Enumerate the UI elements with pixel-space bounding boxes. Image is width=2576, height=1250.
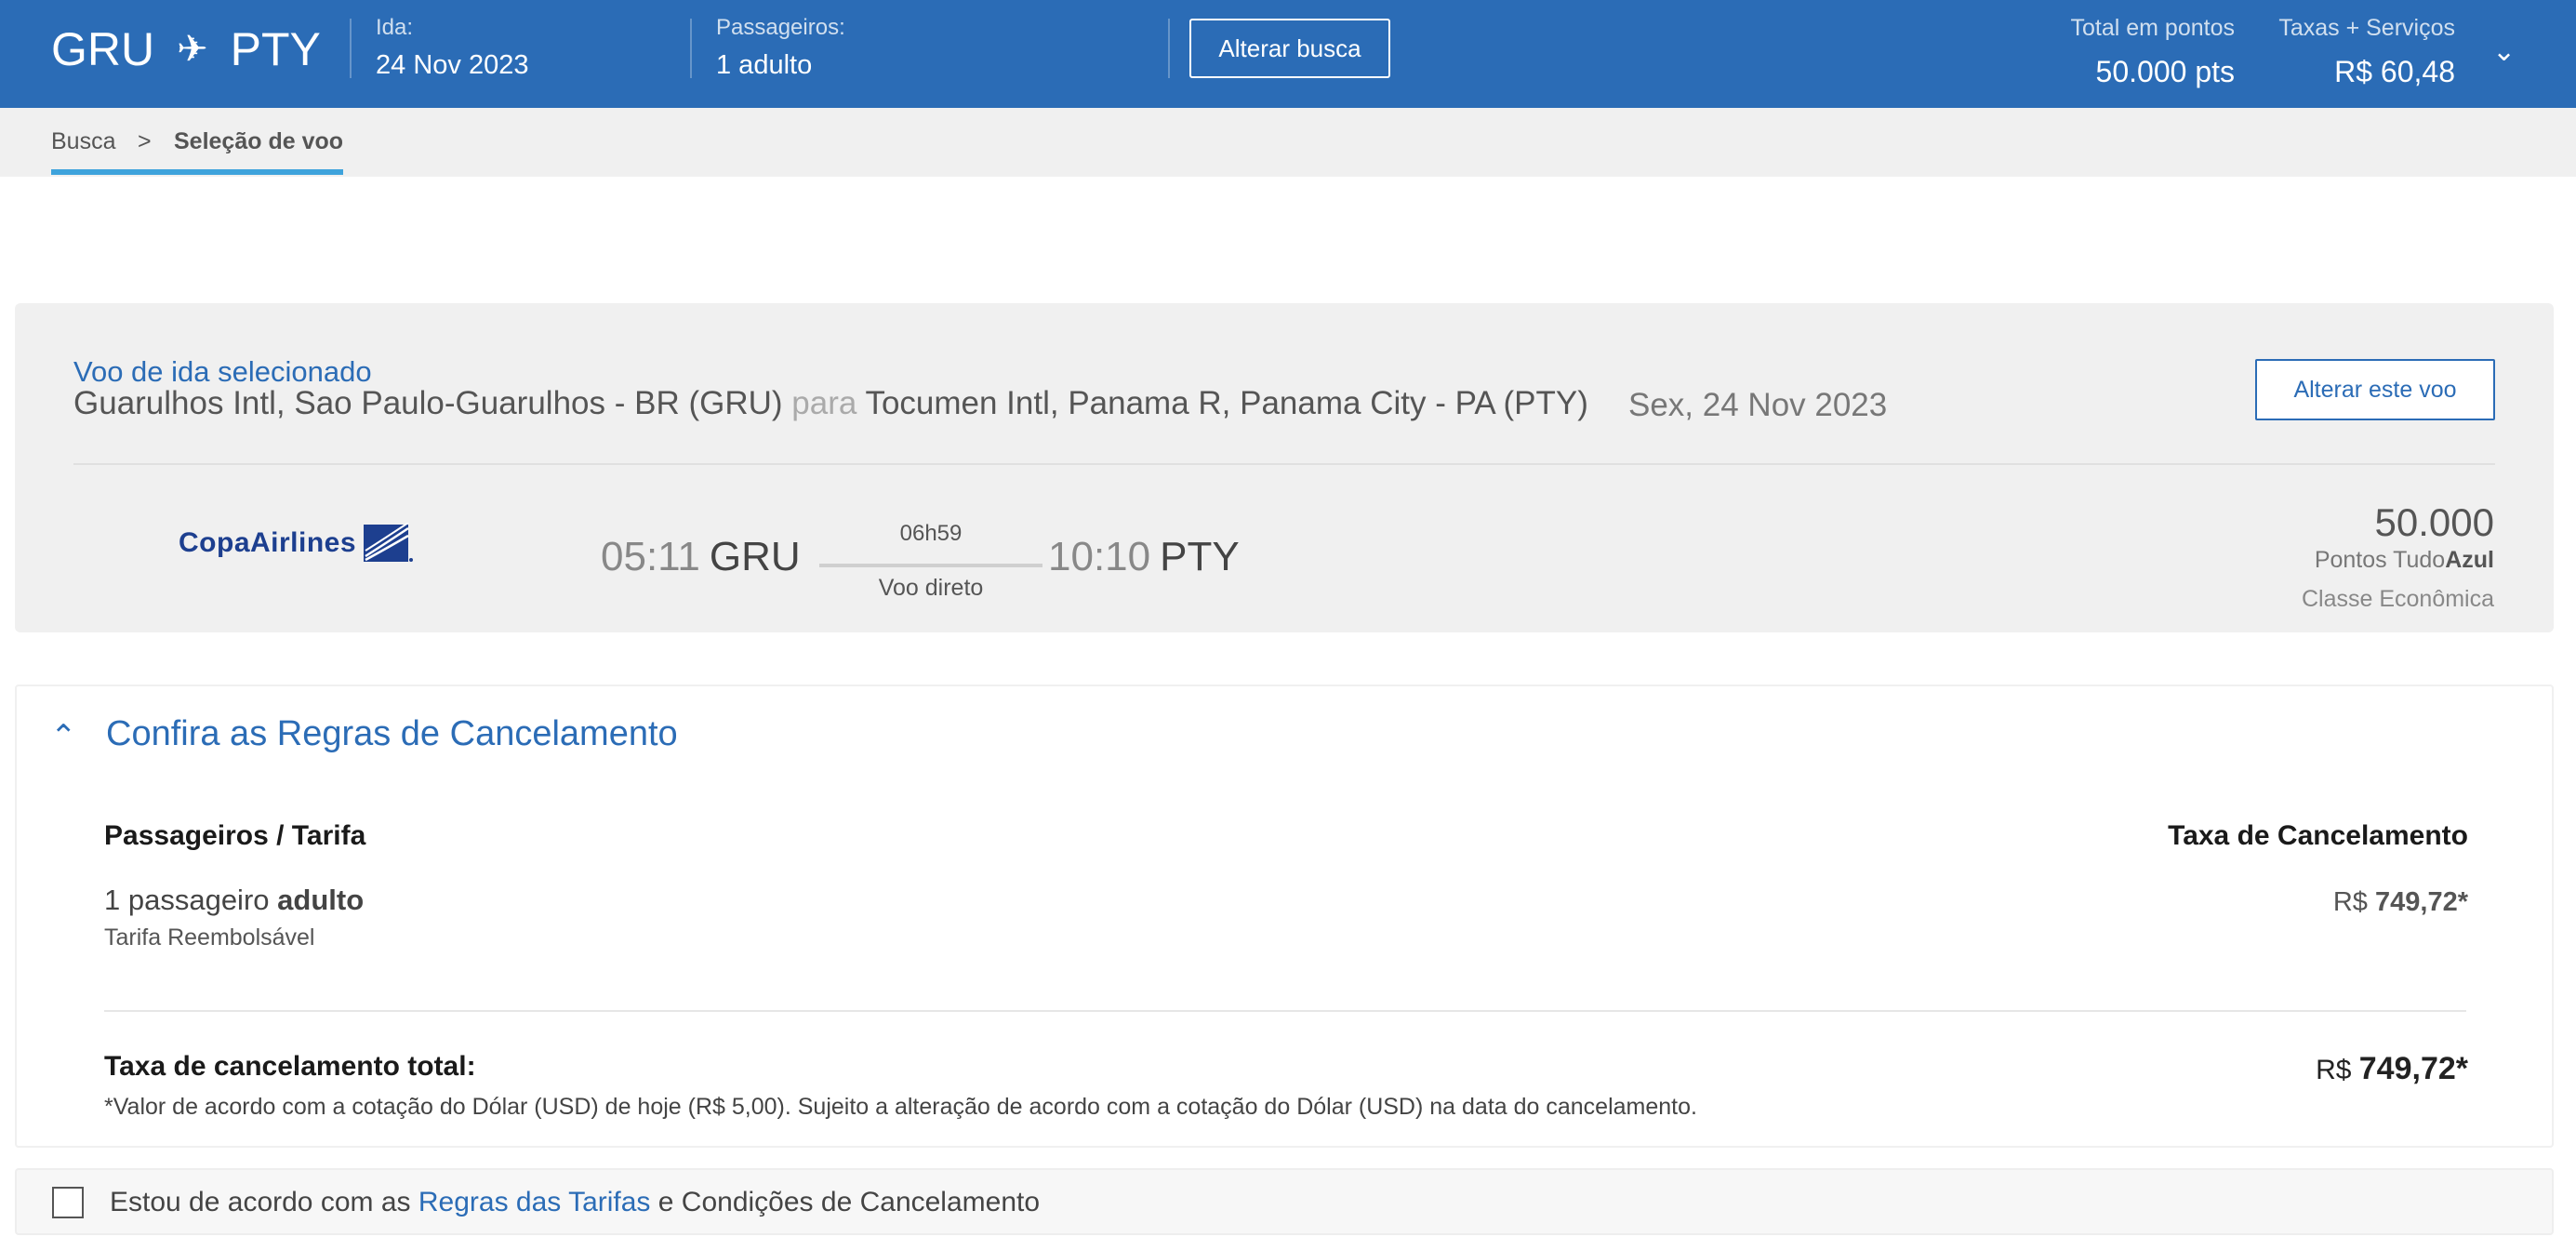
passengers-value: 1 adulto: [716, 50, 813, 80]
agreement-row: Estou de acordo com as Regras das Tarifa…: [15, 1168, 2554, 1235]
cancellation-rules-title[interactable]: Confira as Regras de Cancelamento: [106, 714, 678, 754]
departure-time: 05:11: [601, 534, 700, 579]
cancellation-fee: R$ 749,72*: [2333, 887, 2468, 918]
agreement-checkbox[interactable]: [52, 1187, 84, 1218]
passenger-count: 1 passageiro adulto: [104, 884, 364, 917]
copa-wing-icon: [364, 523, 414, 562]
passengers-field: Passageiros: 1 adulto: [716, 15, 845, 81]
flight-duration: 06h59: [899, 521, 963, 546]
flight-date: Sex, 24 Nov 2023: [1628, 387, 1888, 423]
passengers-label: Passageiros:: [716, 15, 845, 40]
cancellation-fee-header: Taxa de Cancelamento: [2168, 820, 2468, 851]
selected-flight-title: Voo de ida selecionado: [73, 355, 372, 388]
selected-flight-card: Voo de ida selecionado Guarulhos Intl, S…: [15, 303, 2554, 632]
cancellation-rules-panel: ⌃ Confira as Regras de Cancelamento Pass…: [15, 685, 2554, 1148]
agreement-suffix: e Condições de Cancelamento: [657, 1187, 1041, 1217]
departure-value: 24 Nov 2023: [376, 50, 529, 80]
destination-airport: Tocumen Intl, Panama R, Panama City - PA…: [865, 385, 1588, 421]
agreement-text: Estou de acordo com as Regras das Tarifa…: [110, 1187, 1040, 1218]
exchange-rate-note: *Valor de acordo com a cotação do Dólar …: [104, 1094, 1697, 1120]
collapse-caret-up-icon[interactable]: ⌃: [50, 718, 77, 755]
total-currency: R$: [2316, 1055, 2352, 1085]
breadcrumb-separator: >: [138, 128, 152, 154]
plane-icon: ✈: [177, 29, 208, 70]
destination-code: PTY: [230, 23, 321, 75]
departure-airport-code: GRU: [709, 534, 801, 579]
breadcrumb-item-search[interactable]: Busca: [51, 128, 115, 155]
agreement-prefix: Estou de acordo com as: [110, 1187, 411, 1217]
fee-value: 749,72*: [2375, 887, 2468, 917]
taxes-label: Taxas + Serviços: [2278, 15, 2455, 41]
breadcrumb-active-underline: [51, 169, 343, 175]
cabin-class: Classe Econômica: [2301, 586, 2494, 612]
flight-stops: Voo direto: [878, 575, 984, 601]
points-program-prefix: Pontos Tudo: [2314, 547, 2446, 573]
flight-route: Guarulhos Intl, Sao Paulo-Guarulhos - BR…: [73, 385, 1588, 422]
breadcrumb: Busca > Seleção de voo: [0, 108, 2576, 177]
arrival-time-block: 10:10 PTY: [1048, 534, 1240, 580]
arrival-airport-code: PTY: [1160, 534, 1240, 579]
fare-rules-link[interactable]: Regras das Tarifas: [418, 1187, 651, 1217]
total-cancellation-fee: R$ 749,72*: [2316, 1051, 2468, 1087]
taxes-value: R$ 60,48: [2334, 55, 2455, 88]
change-search-button[interactable]: Alterar busca: [1189, 19, 1390, 78]
chevron-down-icon[interactable]: ⌄: [2492, 35, 2516, 68]
airline-logo-text: CopaAirlines: [179, 527, 357, 558]
header-divider: [350, 19, 352, 78]
departure-time-block: 05:11 GRU: [601, 534, 801, 580]
total-value: 749,72*: [2358, 1051, 2468, 1086]
points-program: Pontos TudoAzul: [2315, 547, 2494, 574]
top-header: GRU ✈ PTY Ida: 24 Nov 2023 Passageiros: …: [0, 0, 2576, 108]
total-cancellation-label: Taxa de cancelamento total:: [104, 1051, 476, 1082]
origin-airport: Guarulhos Intl, Sao Paulo-Guarulhos - BR…: [73, 385, 783, 421]
breadcrumb-item-flight-selection: Seleção de voo: [174, 128, 344, 154]
rules-divider: [104, 1010, 2466, 1012]
total-points: Total em pontos 50.000 pts: [2071, 15, 2236, 89]
fare-type: Tarifa Reembolsável: [104, 924, 315, 951]
total-points-label: Total em pontos: [2070, 15, 2236, 41]
change-flight-button[interactable]: Alterar este voo: [2255, 359, 2495, 420]
passenger-prefix: 1 passageiro: [104, 884, 270, 916]
flight-points: 50.000: [2374, 500, 2494, 544]
duration-line: [819, 564, 1042, 567]
card-divider: [73, 463, 2495, 465]
departure-field: Ida: 24 Nov 2023: [376, 15, 528, 81]
taxes-services: Taxas + Serviços R$ 60,48: [2278, 15, 2455, 89]
arrival-time: 10:10: [1048, 534, 1151, 579]
points-program-bold: Azul: [2445, 547, 2494, 573]
airline-logo: CopaAirlines: [179, 523, 414, 564]
origin-code: GRU: [51, 23, 155, 75]
total-points-value: 50.000 pts: [2095, 55, 2235, 88]
header-divider: [690, 19, 692, 78]
route-summary: GRU ✈ PTY: [51, 22, 321, 76]
header-divider: [1168, 19, 1170, 78]
passengers-fare-header: Passageiros / Tarifa: [104, 820, 366, 851]
passenger-type: adulto: [277, 884, 365, 916]
departure-label: Ida:: [376, 15, 414, 40]
route-connector: para: [791, 385, 857, 421]
fee-currency: R$: [2332, 887, 2368, 917]
